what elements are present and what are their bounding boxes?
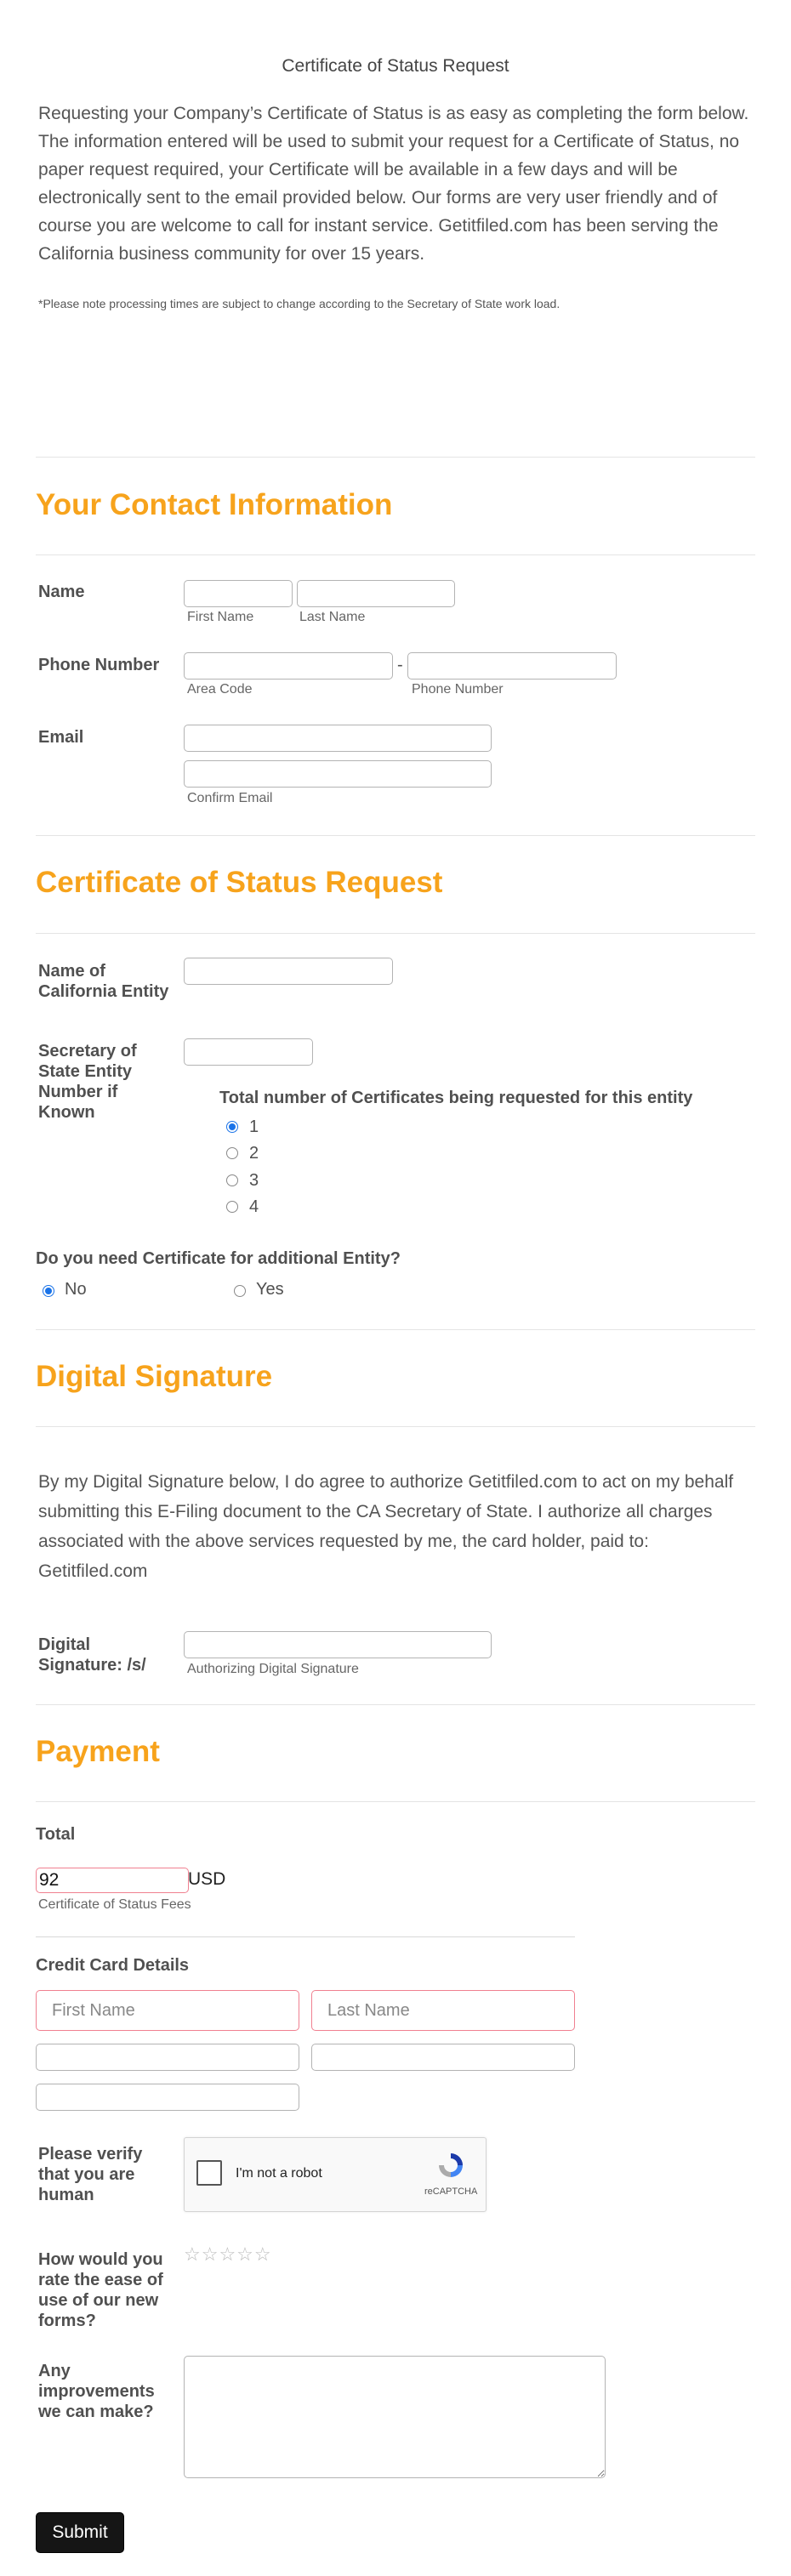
fees-sublabel: Certificate of Status Fees — [38, 1897, 191, 1912]
radio-count-4[interactable] — [226, 1201, 238, 1213]
section-title-request: Certificate of Status Request — [36, 866, 443, 899]
currency-label: USD — [188, 1869, 226, 1889]
cc-first-name-input[interactable]: First Name — [36, 1990, 299, 2031]
radio-count-3-label: 3 — [249, 1171, 259, 1190]
radio-count-2[interactable] — [226, 1147, 238, 1159]
cc-first-name-placeholder: First Name — [52, 2001, 135, 2020]
first-name-sublabel: First Name — [187, 610, 254, 624]
recaptcha-widget: I'm not a robot reCAPTCHA — [184, 2137, 487, 2212]
last-name-sublabel: Last Name — [299, 610, 366, 624]
radio-additional-yes-label: Yes — [256, 1280, 284, 1299]
radio-count-1-label: 1 — [249, 1117, 259, 1136]
divider — [36, 1329, 755, 1330]
cc-expiry-input[interactable] — [311, 2044, 575, 2071]
first-name-input[interactable] — [184, 580, 293, 607]
area-code-sublabel: Area Code — [187, 682, 253, 697]
section-title-payment: Payment — [36, 1735, 160, 1768]
radio-additional-no-label: No — [65, 1280, 87, 1299]
rating-stars[interactable]: ☆☆☆☆☆ — [184, 2243, 272, 2266]
improvements-label: Any improvements we can make? — [38, 2362, 155, 2421]
entity-number-input[interactable] — [184, 1038, 313, 1066]
total-amount-field: 92 — [36, 1868, 189, 1893]
total-label: Total — [36, 1825, 76, 1844]
radio-count-3[interactable] — [226, 1174, 238, 1186]
radio-additional-yes[interactable] — [234, 1285, 246, 1297]
cc-last-name-input[interactable]: Last Name — [311, 1990, 575, 2031]
digital-signature-label: Digital Signature: /s/ — [38, 1635, 146, 1675]
intro-title: Certificate of Status Request — [282, 56, 509, 76]
divider — [36, 933, 755, 934]
rating-label: How would you rate the ease of use of ou… — [38, 2250, 163, 2330]
divider — [36, 1936, 575, 1937]
divider — [36, 1426, 755, 1427]
digital-signature-sublabel: Authorizing Digital Signature — [187, 1662, 359, 1676]
confirm-email-input[interactable] — [184, 760, 492, 788]
signature-text: By my Digital Signature below, I do agre… — [38, 1472, 734, 1581]
divider — [36, 457, 755, 458]
radio-count-1[interactable] — [226, 1121, 238, 1133]
recaptcha-checkbox[interactable] — [196, 2160, 222, 2186]
entity-name-input[interactable] — [184, 958, 393, 985]
entity-name-label: Name of California Entity — [38, 962, 169, 1001]
divider — [36, 1704, 755, 1705]
digital-signature-input[interactable] — [184, 1631, 492, 1658]
certificate-count-label: Total number of Certificates being reque… — [219, 1089, 693, 1107]
phone-number-input[interactable] — [407, 652, 617, 680]
cc-last-name-placeholder: Last Name — [327, 2001, 410, 2020]
cc-number-input[interactable] — [36, 2044, 299, 2071]
email-label: Email — [38, 728, 84, 747]
radio-count-4-label: 4 — [249, 1197, 259, 1216]
recaptcha-logo-icon — [439, 2153, 463, 2177]
email-input[interactable] — [184, 725, 492, 752]
cc-cvv-input[interactable] — [36, 2084, 299, 2111]
divider — [36, 554, 755, 555]
radio-additional-no[interactable] — [43, 1285, 54, 1297]
page: Certificate of Status Request Requesting… — [0, 0, 791, 2576]
area-code-input[interactable] — [184, 652, 393, 680]
radio-count-2-label: 2 — [249, 1144, 259, 1163]
intro-text: Requesting your Company’s Certificate of… — [38, 104, 749, 264]
phone-label: Phone Number — [38, 656, 160, 674]
credit-card-title: Credit Card Details — [36, 1956, 190, 1975]
verify-human-label: Please verify that you are human — [38, 2145, 143, 2204]
last-name-input[interactable] — [297, 580, 455, 607]
processing-note: *Please note processing times are subjec… — [38, 297, 561, 310]
additional-entity-label: Do you need Certificate for additional E… — [36, 1249, 401, 1268]
phone-number-sublabel: Phone Number — [412, 682, 504, 697]
phone-separator: - — [397, 656, 403, 674]
confirm-email-sublabel: Confirm Email — [187, 791, 273, 805]
section-title-signature: Digital Signature — [36, 1360, 273, 1393]
recaptcha-text: I'm not a robot — [236, 2166, 322, 2181]
submit-button[interactable]: Submit — [36, 2512, 124, 2553]
entity-number-label: Secretary of State Entity Number if Know… — [38, 1042, 137, 1122]
divider — [36, 1801, 755, 1802]
improvements-textarea[interactable] — [184, 2356, 606, 2478]
recaptcha-brand: reCAPTCHA — [424, 2186, 478, 2197]
name-label: Name — [38, 583, 85, 601]
section-title-contact: Your Contact Information — [36, 488, 393, 521]
divider — [36, 835, 755, 836]
